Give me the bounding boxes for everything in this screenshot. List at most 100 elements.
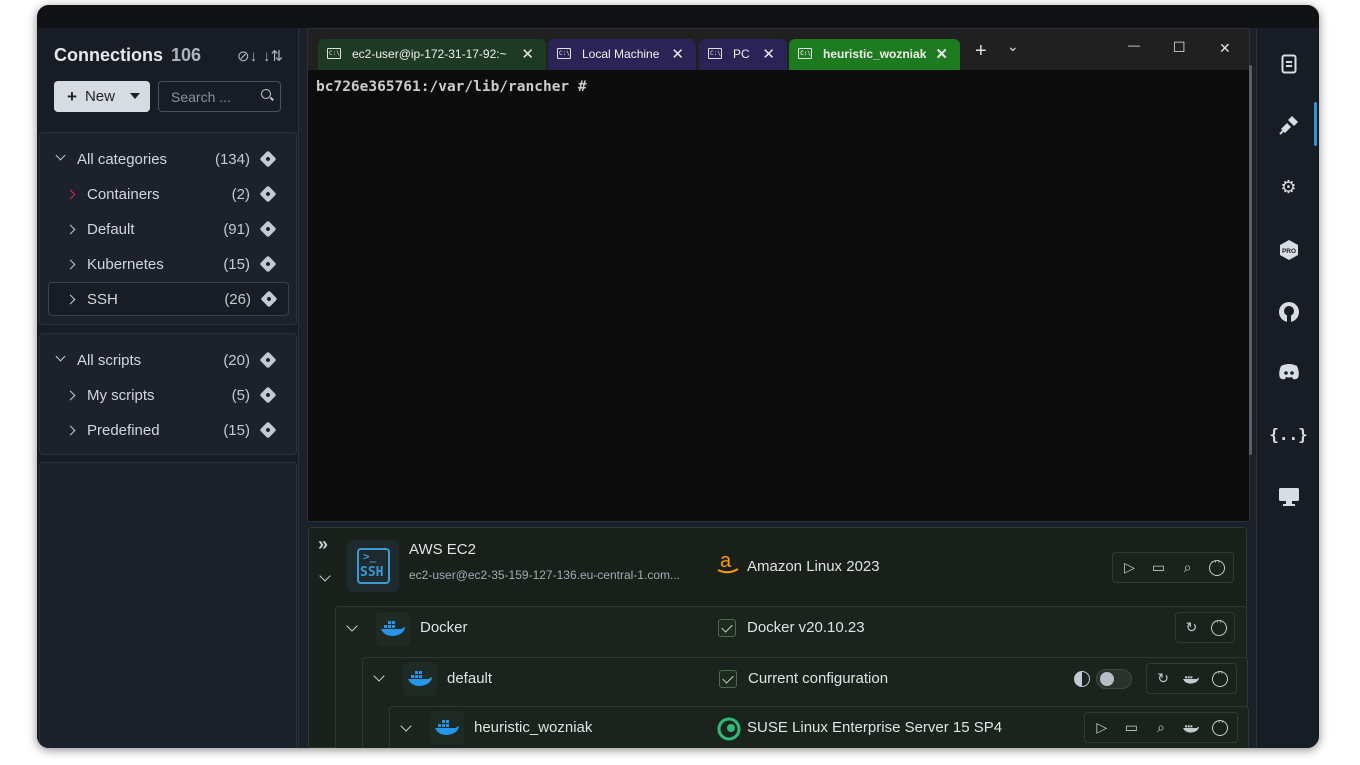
new-tab-button[interactable]: + bbox=[975, 40, 987, 63]
chevron-down-icon[interactable] bbox=[130, 93, 140, 99]
script-count: (5) bbox=[231, 386, 250, 404]
app-window: Connections 106 ⊘↓ ↓⇅ + New All categorie… bbox=[37, 5, 1319, 748]
file-icon[interactable] bbox=[1257, 54, 1319, 79]
more-icon[interactable] bbox=[1207, 716, 1233, 740]
chevron-down-icon[interactable] bbox=[373, 670, 385, 682]
double-chevron-right-icon[interactable]: » bbox=[318, 534, 328, 555]
chevron-right-icon[interactable] bbox=[65, 425, 76, 436]
chevron-right-icon[interactable] bbox=[65, 294, 76, 305]
tab-ec2-user[interactable]: C:\ ec2-user@ip-172-31-17-92:~ ✕ bbox=[318, 39, 546, 70]
new-button-label: New bbox=[84, 88, 115, 105]
category-count: (26) bbox=[224, 290, 251, 308]
category-label: All categories bbox=[77, 150, 168, 168]
context-node: default Current configuration ↻ ··· heur… bbox=[362, 657, 1249, 748]
folder-icon[interactable]: ▭ bbox=[1146, 556, 1171, 580]
terminal-icon: C:\ bbox=[708, 48, 722, 59]
close-window-button[interactable]: ✕ bbox=[1219, 40, 1231, 57]
filter-sort-icon[interactable]: ⊘↓ bbox=[237, 47, 257, 65]
category-default[interactable]: Default (91) bbox=[40, 212, 296, 246]
category-ssh[interactable]: SSH (26) bbox=[48, 282, 289, 316]
scripts-predefined[interactable]: Predefined (15) bbox=[40, 413, 296, 447]
terminal-prompt[interactable]: bc726e365761:/var/lib/rancher # bbox=[316, 79, 587, 95]
more-icon[interactable] bbox=[1204, 556, 1229, 580]
gears-icon[interactable]: ⚙ bbox=[1257, 177, 1319, 198]
github-icon[interactable] bbox=[1257, 301, 1319, 328]
refresh-icon[interactable]: ↻ bbox=[1180, 616, 1203, 640]
scripts-all[interactable]: All scripts (20) bbox=[40, 343, 296, 377]
terminal-window[interactable]: C:\ ec2-user@ip-172-31-17-92:~ ✕ C:\ Loc… bbox=[307, 28, 1250, 522]
script-count: (20) bbox=[223, 351, 250, 369]
scrollbar[interactable] bbox=[1249, 65, 1252, 455]
chevron-right-icon[interactable] bbox=[65, 189, 76, 200]
category-count: (91) bbox=[223, 220, 250, 238]
git-icon[interactable] bbox=[259, 150, 277, 168]
amazon-icon: a bbox=[715, 550, 741, 576]
refresh-icon[interactable]: ↻ bbox=[1151, 667, 1175, 691]
close-icon[interactable]: ✕ bbox=[671, 45, 684, 63]
play-icon[interactable]: ▷ bbox=[1089, 716, 1115, 740]
new-connection-button[interactable]: + New bbox=[54, 81, 150, 112]
scan-icon[interactable]: ⌕ bbox=[1175, 556, 1200, 580]
git-icon[interactable] bbox=[259, 386, 277, 404]
context-toggle[interactable] bbox=[1096, 669, 1132, 689]
search-icon[interactable] bbox=[261, 89, 271, 99]
category-containers[interactable]: Containers (2) bbox=[40, 177, 296, 211]
docker-actions: ↻ bbox=[1175, 612, 1235, 643]
chevron-down-icon[interactable] bbox=[400, 720, 412, 732]
monitor-icon[interactable] bbox=[1257, 487, 1319, 512]
tab-label: PC bbox=[733, 47, 750, 61]
git-icon[interactable] bbox=[259, 220, 277, 238]
chevron-down-icon[interactable] bbox=[55, 150, 66, 161]
check-icon bbox=[719, 670, 737, 688]
git-icon[interactable] bbox=[259, 185, 277, 203]
docker-small-icon[interactable] bbox=[1179, 667, 1203, 691]
pro-label: PRO bbox=[1281, 248, 1295, 255]
category-all[interactable]: All categories (134) bbox=[40, 142, 296, 176]
chevron-down-icon[interactable] bbox=[55, 351, 66, 362]
terminal-tab-bar: C:\ ec2-user@ip-172-31-17-92:~ ✕ C:\ Loc… bbox=[308, 29, 1249, 70]
git-icon[interactable] bbox=[260, 290, 278, 308]
maximize-button[interactable]: ☐ bbox=[1173, 39, 1186, 56]
git-icon[interactable] bbox=[259, 421, 277, 439]
container-node: heuristic_wozniak SUSE Linux Enterprise … bbox=[389, 706, 1249, 748]
connections-count: 106 bbox=[171, 45, 202, 65]
chevron-right-icon[interactable] bbox=[65, 390, 76, 401]
close-icon[interactable]: ✕ bbox=[521, 45, 534, 63]
suse-icon bbox=[717, 717, 741, 741]
plug-icon[interactable] bbox=[1257, 114, 1319, 141]
close-icon[interactable]: ✕ bbox=[935, 45, 948, 63]
ssh-terminal-icon: >_ SSH bbox=[357, 548, 390, 584]
tab-pc[interactable]: C:\ PC ✕ bbox=[699, 39, 787, 70]
docker-small-icon[interactable] bbox=[1178, 716, 1204, 740]
docker-version: Docker v20.10.23 bbox=[747, 619, 865, 636]
play-icon[interactable]: ▷ bbox=[1117, 556, 1142, 580]
contrast-icon[interactable] bbox=[1074, 671, 1090, 687]
category-count: (2) bbox=[231, 185, 250, 203]
category-label: Containers bbox=[87, 185, 160, 203]
more-icon[interactable] bbox=[1208, 667, 1232, 691]
container-actions: ▷ ▭ ⌕ bbox=[1084, 712, 1238, 743]
category-label: SSH bbox=[87, 290, 118, 308]
folder-icon[interactable]: ▭ bbox=[1119, 716, 1145, 740]
chevron-right-icon[interactable] bbox=[65, 224, 76, 235]
sort-az-icon[interactable]: ↓⇅ bbox=[263, 47, 283, 65]
tab-heuristic-wozniak[interactable]: C:\ heuristic_wozniak ✕ bbox=[789, 39, 960, 70]
pro-icon[interactable]: PRO bbox=[1257, 239, 1319, 266]
git-icon[interactable] bbox=[259, 351, 277, 369]
chevron-down-icon[interactable] bbox=[346, 620, 358, 632]
json-icon[interactable]: {..} bbox=[1257, 425, 1319, 444]
close-icon[interactable]: ✕ bbox=[762, 45, 775, 63]
chevron-right-icon[interactable] bbox=[65, 259, 76, 270]
script-label: My scripts bbox=[87, 386, 155, 404]
minimize-button[interactable]: — bbox=[1128, 38, 1140, 52]
scan-icon[interactable]: ⌕ bbox=[1148, 716, 1174, 740]
chevron-down-icon[interactable] bbox=[319, 570, 331, 582]
discord-icon[interactable] bbox=[1257, 363, 1319, 386]
tab-local-machine[interactable]: C:\ Local Machine ✕ bbox=[548, 39, 696, 70]
more-icon[interactable] bbox=[1207, 616, 1230, 640]
host-os: Amazon Linux 2023 bbox=[747, 558, 880, 575]
git-icon[interactable] bbox=[259, 255, 277, 273]
category-kubernetes[interactable]: Kubernetes (15) bbox=[40, 247, 296, 281]
scripts-mine[interactable]: My scripts (5) bbox=[40, 378, 296, 412]
tab-dropdown-button[interactable]: ⌄ bbox=[1007, 38, 1019, 55]
